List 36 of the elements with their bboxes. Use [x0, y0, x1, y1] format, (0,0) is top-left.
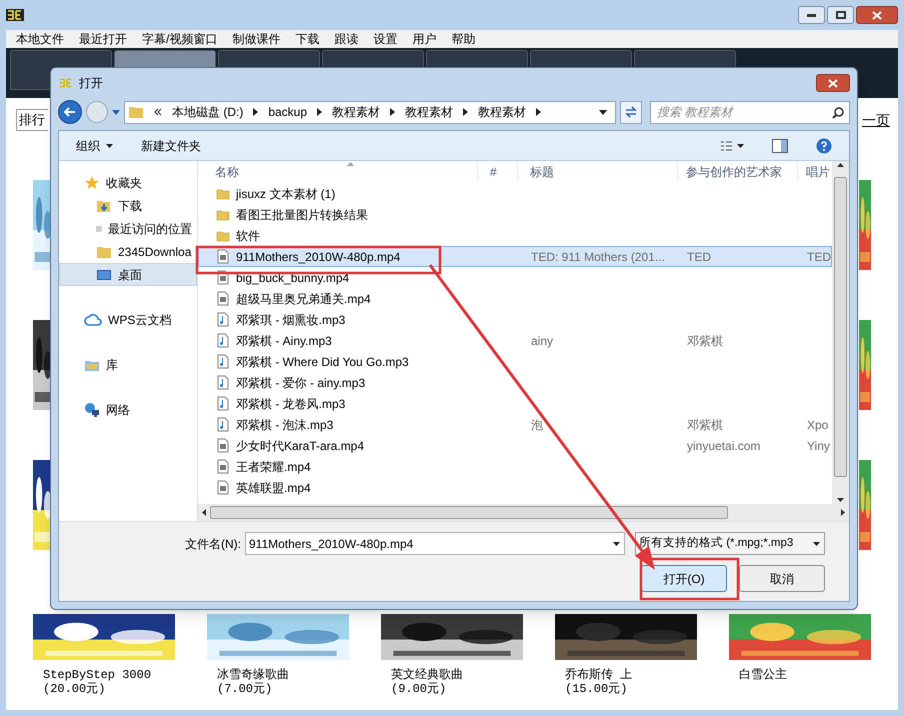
file-artist: 邓紫棋	[687, 418, 723, 432]
file-name: 超级马里奥兄弟通关.mp4	[236, 290, 371, 308]
file-name: jisuxz 文本素材 (1)	[236, 186, 336, 202]
file-name: 邓紫棋 - Where Did You Go.mp3	[236, 354, 409, 370]
dialog-title: 打开	[79, 75, 103, 92]
product-price: (15.00元)	[565, 682, 628, 696]
product-name: 白雪公主	[739, 668, 788, 682]
file-album: Xpo	[807, 418, 828, 432]
file-artist: TED	[687, 250, 711, 264]
file-artist: 邓紫棋	[687, 334, 723, 348]
product-price: (7.00元)	[217, 682, 274, 696]
file-name: 邓紫琪 - 烟熏妆.mp3	[236, 312, 346, 328]
file-name: 少女时代KaraT-ara.mp4	[236, 438, 364, 454]
file-name: 邓紫棋 - 爱你 - ainy.mp3	[236, 374, 366, 392]
product-name: StepByStep 3000	[43, 668, 152, 682]
file-name: 英雄联盟.mp4	[236, 480, 311, 496]
file-name: 王者荣耀.mp4	[236, 458, 311, 476]
file-name: 911Mothers_2010W-480p.mp4	[236, 248, 400, 266]
file-name: 邓紫棋 - 龙卷风.mp3	[236, 396, 346, 412]
file-title: 泡	[531, 418, 543, 432]
product-price: (20.00元)	[43, 682, 106, 696]
product-name: 乔布斯传 上	[565, 668, 634, 682]
file-album: Yiny	[807, 438, 830, 452]
product-name: 冰雪奇缘歌曲	[217, 668, 290, 682]
file-artist: yinyuetai.com	[687, 438, 760, 452]
file-name: 看图王批量图片转换结果	[236, 206, 368, 224]
file-name: 邓紫棋 - Ainy.mp3	[236, 332, 332, 350]
product-price: (9.00元)	[391, 682, 448, 696]
file-title: ainy	[531, 334, 554, 348]
file-album: TED	[807, 250, 831, 264]
filename-label: 文件名(N):	[185, 536, 241, 552]
file-name: big_buck_bunny.mp4	[236, 270, 350, 286]
file-name: 软件	[236, 228, 260, 244]
product-name: 英文经典歌曲	[391, 668, 464, 682]
file-title: TED: 911 Mothers (201...	[531, 250, 665, 264]
file-name: 邓紫棋 - 泡沫.mp3	[236, 416, 334, 434]
